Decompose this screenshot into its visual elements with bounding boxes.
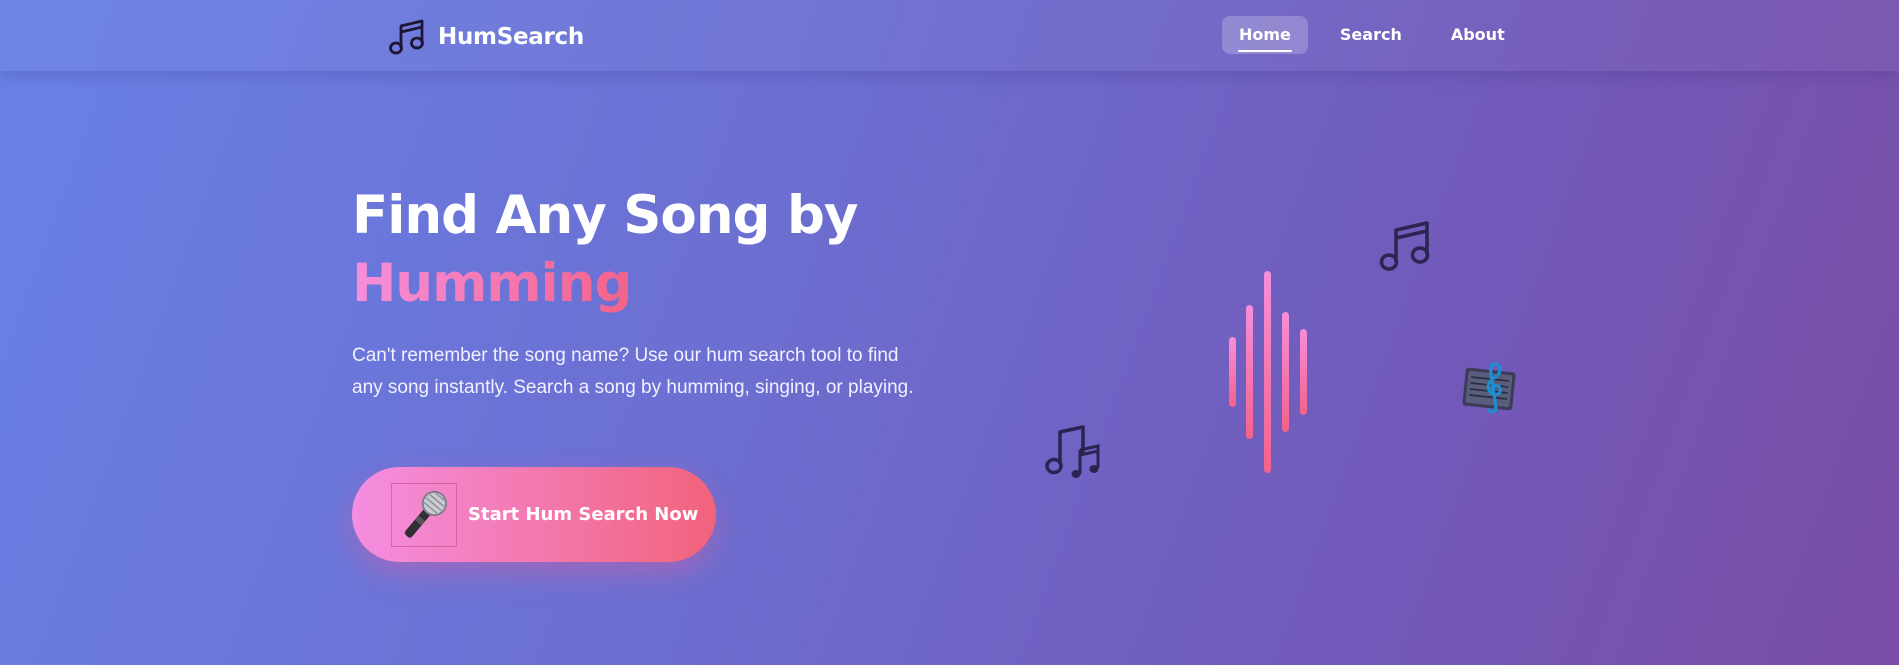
hero-title-line: Find Any Song by (352, 185, 858, 246)
brand-logo-link[interactable]: HumSearch (386, 17, 584, 57)
microphone-icon (391, 482, 457, 547)
musical-score-icon (1462, 362, 1516, 414)
top-navbar: HumSearch Home Search About (0, 0, 1899, 71)
hero-title: Find Any Song by Humming (352, 182, 858, 318)
music-note-icon (389, 19, 424, 55)
hero-title-accent: Humming (352, 253, 632, 314)
brand-name: HumSearch (438, 24, 584, 50)
sound-wave-icon (1229, 271, 1307, 473)
nav-item-home[interactable]: Home (1222, 16, 1308, 54)
cta-label: Start Hum Search Now (468, 504, 699, 525)
start-hum-search-button[interactable]: Start Hum Search Now (352, 467, 716, 562)
nav-item-about[interactable]: About (1434, 16, 1522, 54)
musical-notes-icon (1045, 425, 1100, 478)
main-nav: Home Search About (1222, 16, 1522, 54)
nav-item-search[interactable]: Search (1323, 16, 1419, 54)
hero-description: Can't remember the song name? Use our hu… (352, 345, 914, 398)
music-note-icon (1379, 221, 1430, 271)
